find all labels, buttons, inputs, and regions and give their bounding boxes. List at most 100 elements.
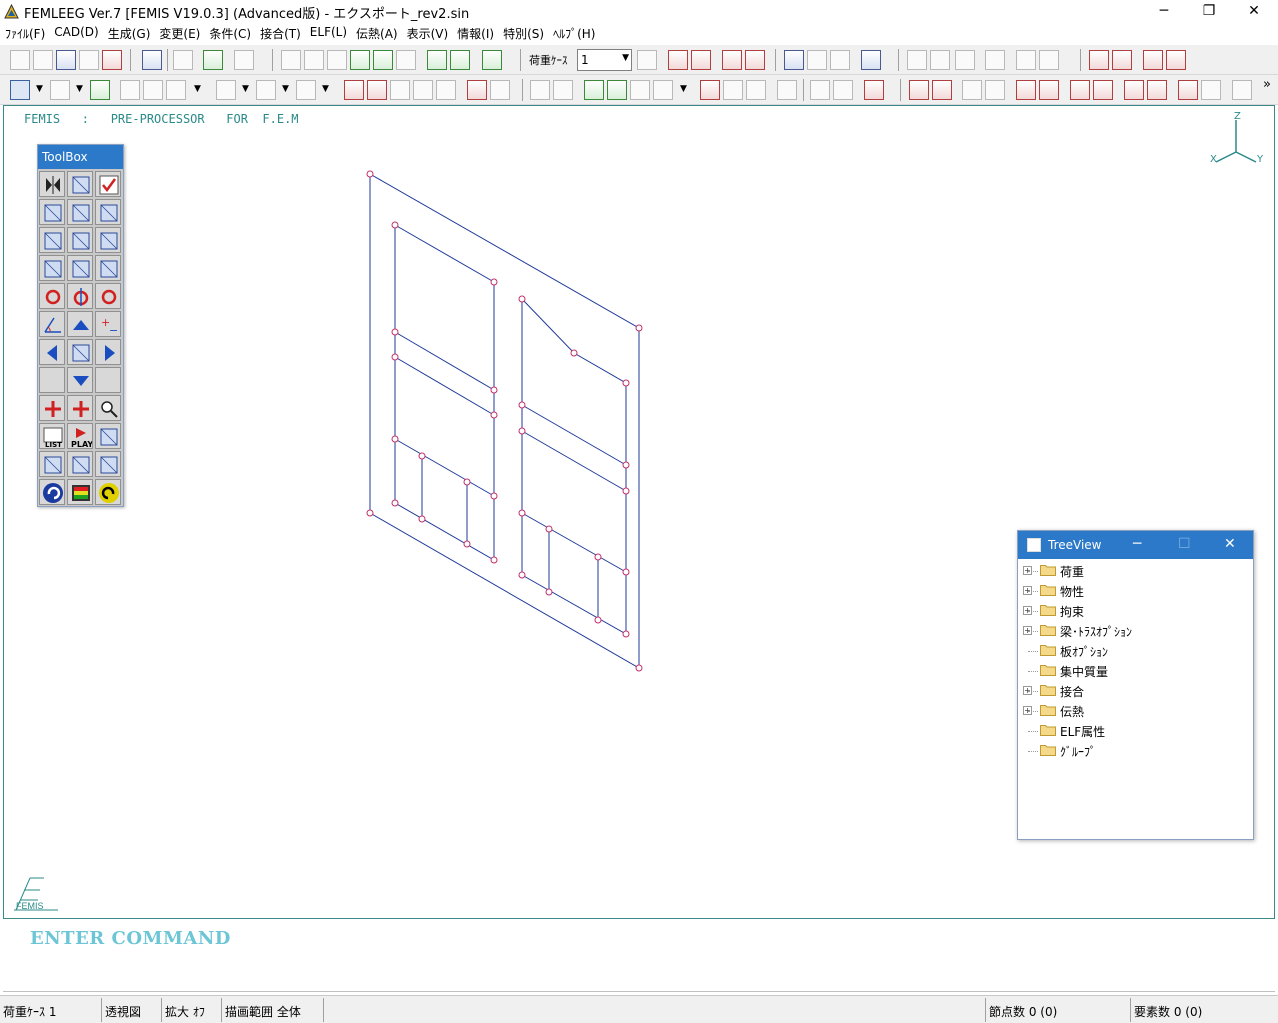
material-icon[interactable] (1039, 50, 1059, 70)
display-node-icon[interactable] (216, 80, 236, 100)
minimize-button[interactable]: ─ (1141, 0, 1187, 23)
hatch-2-icon[interactable] (985, 80, 1005, 100)
chevron-down-icon[interactable]: ▼ (36, 84, 43, 94)
toolbox-title[interactable]: ToolBox (38, 145, 123, 169)
analyze-icon[interactable] (1089, 50, 1109, 70)
zoom-tool-icon[interactable] (95, 395, 121, 421)
search-icon[interactable] (653, 80, 673, 100)
menu-cad[interactable]: CAD(D) (49, 23, 102, 42)
tree-item[interactable]: 板ｵﾌﾟｼｮﾝ (1019, 641, 1249, 661)
axis-yx-icon[interactable] (39, 255, 65, 281)
filter-icon[interactable] (166, 80, 186, 100)
quad-mesh-icon[interactable] (373, 50, 393, 70)
axis-zx-icon[interactable] (67, 255, 93, 281)
section-icon[interactable] (930, 50, 950, 70)
contour-4-icon[interactable] (1093, 80, 1113, 100)
play-tool-icon[interactable]: PLAY (67, 423, 93, 449)
copy-image-icon[interactable] (234, 50, 254, 70)
zoom-icon[interactable] (390, 80, 410, 100)
auto-mesh-icon[interactable] (396, 50, 416, 70)
redo-tool-icon[interactable] (95, 479, 121, 505)
menu-special[interactable]: 特別(S) (498, 23, 548, 42)
display-element-icon[interactable] (256, 80, 276, 100)
chevron-down-icon[interactable]: ▼ (242, 84, 249, 94)
tree-item[interactable]: ELF属性 (1019, 721, 1249, 741)
load-grid-icon[interactable] (745, 50, 765, 70)
treeview-titlebar[interactable]: TreeView ─ ☐ ✕ (1018, 531, 1253, 559)
view-up-icon[interactable] (67, 311, 93, 337)
menu-joint[interactable]: 接合(T) (255, 23, 305, 42)
number-element-icon[interactable] (553, 80, 573, 100)
render-1-icon[interactable] (909, 80, 929, 100)
command-area[interactable]: ENTER COMMAND (3, 920, 1275, 992)
view-right-icon[interactable] (95, 339, 121, 365)
view-down-icon[interactable] (67, 367, 93, 393)
menu-condition[interactable]: 条件(C) (204, 23, 255, 42)
delete-icon[interactable] (700, 80, 720, 100)
axis-xyz-icon[interactable] (67, 339, 93, 365)
measure-icon[interactable] (584, 80, 604, 100)
chevron-down-icon[interactable]: ▼ (282, 84, 289, 94)
select-element-icon[interactable] (50, 80, 70, 100)
contour-5-icon[interactable] (1124, 80, 1144, 100)
export-icon[interactable] (102, 50, 122, 70)
rotate-y-icon[interactable] (95, 283, 121, 309)
solid-side-icon[interactable] (67, 199, 93, 225)
fixed-support-icon[interactable] (861, 50, 881, 70)
treeview-minimize-button[interactable]: ─ (1133, 536, 1141, 552)
mirror-icon[interactable] (39, 171, 65, 197)
tree-item[interactable]: + 物性 (1019, 581, 1249, 601)
contour-2-icon[interactable] (1039, 80, 1059, 100)
graph-icon[interactable] (1232, 80, 1252, 100)
node-grid-icon[interactable] (281, 50, 301, 70)
reverse-normal-icon[interactable] (490, 80, 510, 100)
menu-modify[interactable]: 変更(E) (154, 23, 204, 42)
stats-icon[interactable] (630, 80, 650, 100)
print-icon[interactable] (173, 50, 193, 70)
tree-item[interactable]: + 伝熱 (1019, 701, 1249, 721)
select-mode-icon[interactable] (10, 80, 30, 100)
rotate-z-icon[interactable] (67, 283, 93, 309)
contour-8-icon[interactable] (1201, 80, 1221, 100)
display-load-icon[interactable] (296, 80, 316, 100)
load-case-select[interactable]: 1 ▼ (577, 49, 632, 71)
menu-view[interactable]: 表示(V) (402, 23, 453, 42)
render-2-icon[interactable] (932, 80, 952, 100)
show-icon[interactable] (143, 80, 163, 100)
analyze-all-icon[interactable] (1112, 50, 1132, 70)
menu-elf[interactable]: ELF(L) (305, 23, 351, 42)
solid-cut-icon[interactable] (67, 227, 93, 253)
chevron-down-icon[interactable]: ▼ (194, 84, 201, 94)
refresh-icon[interactable] (142, 50, 162, 70)
tree-item[interactable]: + 接合 (1019, 681, 1249, 701)
solid-mesh-icon[interactable] (427, 50, 447, 70)
chevron-down-icon[interactable]: ▼ (322, 84, 329, 94)
offset-icon[interactable] (955, 50, 975, 70)
contour-1-icon[interactable] (1016, 80, 1036, 100)
cut-icon[interactable] (723, 80, 743, 100)
line-icon[interactable] (304, 50, 324, 70)
wizard-icon[interactable] (39, 451, 65, 477)
menu-file[interactable]: ﾌｧｲﾙ(F) (0, 23, 49, 42)
rotate-x-icon[interactable] (39, 283, 65, 309)
tree-item[interactable]: 集中質量 (1019, 661, 1249, 681)
redo-icon[interactable] (1166, 50, 1186, 70)
tree-item[interactable]: + 拘束 (1019, 601, 1249, 621)
grid-icon[interactable] (746, 80, 766, 100)
plate-icon[interactable] (482, 50, 502, 70)
renumber-icon[interactable] (67, 171, 93, 197)
element-type-icon[interactable] (985, 50, 1005, 70)
zoom-window-icon[interactable] (413, 80, 433, 100)
support-icon[interactable] (784, 50, 804, 70)
fit-view-icon[interactable] (436, 80, 456, 100)
treeview-close-button[interactable]: ✕ (1224, 536, 1236, 552)
contour-3-icon[interactable] (1070, 80, 1090, 100)
thermal-props-icon[interactable] (1016, 50, 1036, 70)
tree-item[interactable]: + 荷重 (1019, 561, 1249, 581)
normal-icon[interactable] (467, 80, 487, 100)
select-group-icon[interactable] (90, 80, 110, 100)
point-load-icon[interactable] (668, 50, 688, 70)
spring-support-icon[interactable] (830, 50, 850, 70)
axis-zy-icon[interactable] (95, 255, 121, 281)
color-icon[interactable] (864, 80, 884, 100)
